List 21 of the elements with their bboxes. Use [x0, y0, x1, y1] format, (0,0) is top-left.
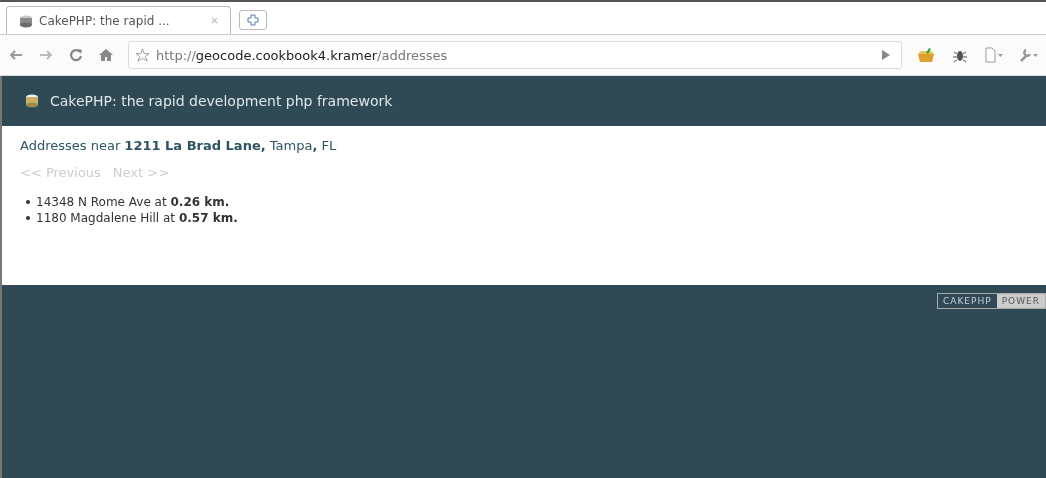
home-icon[interactable] [98, 47, 114, 63]
star-icon[interactable] [135, 47, 150, 63]
wrench-icon[interactable] [1018, 47, 1038, 63]
browser-tab[interactable]: CakePHP: the rapid ... [6, 6, 231, 34]
site-title: CakePHP: the rapid development php framework [50, 93, 393, 109]
address-bar[interactable]: http://geocode.cookbook4.kramer/addresses [128, 41, 902, 69]
new-tab-button[interactable] [239, 10, 267, 30]
plus-icon [247, 14, 259, 26]
bullet-icon [26, 216, 30, 220]
page-menu-icon[interactable] [984, 47, 1004, 63]
reload-icon[interactable] [68, 47, 84, 63]
cake-icon [24, 93, 40, 109]
play-icon[interactable] [881, 49, 891, 61]
close-icon[interactable] [211, 17, 218, 24]
cake-icon [19, 13, 33, 28]
powered-by-badge[interactable]: CAKEPHP POWER [937, 293, 1046, 309]
result-item: 14348 N Rome Ave at 0.26 km. [36, 194, 230, 210]
result-item: 1180 Magdalene Hill at 0.57 km. [36, 210, 238, 226]
bullet-icon [26, 200, 30, 204]
box-icon[interactable] [916, 47, 936, 63]
page-heading: Addresses near 1211 La Brad Lane, Tampa, FL [20, 138, 338, 153]
